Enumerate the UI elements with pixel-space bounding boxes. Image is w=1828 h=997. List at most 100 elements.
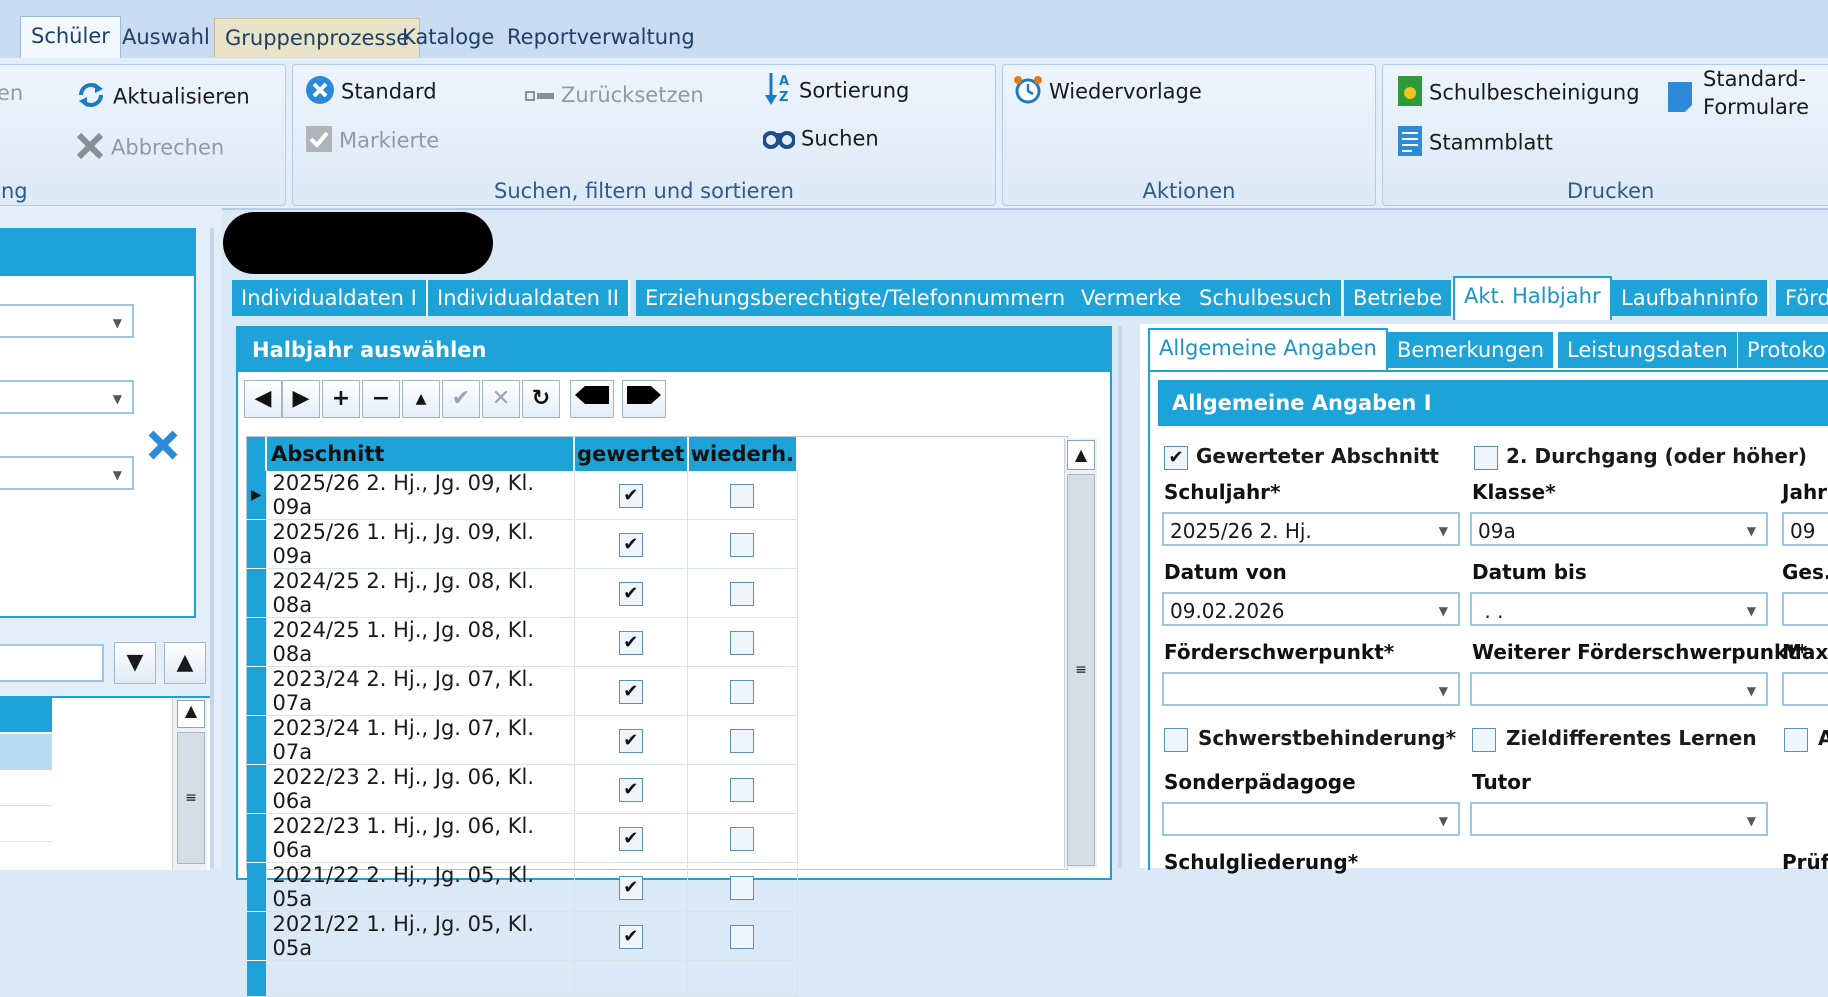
table-row[interactable]: 2023/24 2. Hj., Jg. 07, Kl. 07a ✔ <box>247 666 798 716</box>
nav-delete-button[interactable]: − <box>362 380 400 418</box>
grid-scrollbar[interactable]: ▲ ≡ <box>1064 438 1097 868</box>
abschnitt-cell[interactable]: 2023/24 1. Hj., Jg. 07, Kl. 07a <box>266 715 575 765</box>
table-row[interactable]: 2023/24 1. Hj., Jg. 07, Kl. 07a ✔ <box>247 715 798 765</box>
subtab-leistungsdaten[interactable]: Leistungsdaten <box>1558 332 1739 368</box>
gewertet-cell[interactable]: ✔ <box>574 764 689 814</box>
list-item-selected[interactable] <box>0 734 52 770</box>
wiederh-cell[interactable] <box>687 519 798 569</box>
wiederh-cell[interactable] <box>687 911 798 961</box>
gewertet-cell[interactable]: ✔ <box>574 862 689 912</box>
schuljahr-select[interactable]: 2025/26 2. Hj. ▼ <box>1162 512 1460 546</box>
col-abschnitt[interactable]: Abschnitt <box>266 437 575 471</box>
row-indicator[interactable] <box>247 715 267 765</box>
standard-filter-button[interactable]: Standard <box>305 75 437 110</box>
list-item[interactable] <box>0 806 52 842</box>
tab-individualdaten-2[interactable]: Individualdaten II <box>428 280 630 316</box>
master-sheet-button[interactable]: Stammblatt <box>1397 125 1553 162</box>
tutor-select[interactable]: ▼ <box>1470 802 1768 836</box>
subtab-bemerkungen[interactable]: Bemerkungen <box>1388 332 1556 368</box>
ribbon-tab-auswahl[interactable]: Auswahl <box>112 18 220 56</box>
table-row[interactable]: 2022/23 1. Hj., Jg. 06, Kl. 06a ✔ <box>247 813 798 863</box>
tab-akt-halbjahr[interactable]: Akt. Halbjahr <box>1453 276 1612 320</box>
checkbox-checked[interactable]: ✔ <box>618 483 643 508</box>
refresh-button[interactable]: Aktualisieren <box>75 81 250 114</box>
gewertet-cell[interactable]: ✔ <box>574 617 689 667</box>
table-row[interactable]: 2022/23 2. Hj., Jg. 06, Kl. 06a ✔ <box>247 764 798 814</box>
col-wiederholt[interactable]: wiederh. <box>687 437 799 471</box>
checkbox-checked[interactable]: ✔ <box>618 826 643 851</box>
table-row[interactable]: ▶ 2025/26 2. Hj., Jg. 09, Kl. 09a ✔ <box>247 471 798 520</box>
row-indicator[interactable]: ▶ <box>247 471 267 520</box>
panel-splitter[interactable] <box>1118 326 1122 868</box>
cut-button-label[interactable]: en <box>0 81 23 105</box>
checkbox-unchecked[interactable] <box>730 630 755 655</box>
abschnitt-cell[interactable]: 2023/24 2. Hj., Jg. 07, Kl. 07a <box>266 666 575 716</box>
table-row[interactable]: 2024/25 1. Hj., Jg. 08, Kl. 08a ✔ <box>247 617 798 667</box>
row-indicator[interactable] <box>247 764 267 814</box>
checkbox-unchecked[interactable] <box>730 679 755 704</box>
gewertet-cell[interactable]: ✔ <box>574 471 689 520</box>
ribbon-tab-gruppenprozesse[interactable]: Gruppenprozesse <box>214 18 421 57</box>
row-indicator[interactable] <box>247 813 267 863</box>
marked-filter-button[interactable]: Markierte <box>305 125 439 158</box>
cancel-button[interactable]: Abbrechen <box>75 131 224 166</box>
filter-combo-2[interactable]: ▼ <box>0 380 134 414</box>
sonderpaedagoge-select[interactable]: ▼ <box>1162 802 1460 836</box>
splitter[interactable] <box>210 228 214 868</box>
checkbox-checked[interactable]: ✔ <box>618 875 643 900</box>
tab-erziehungsberechtigte[interactable]: Erziehungsberechtigte/Telefonnummern <box>636 280 1077 316</box>
jahrgang-field[interactable]: 09 <box>1782 512 1828 546</box>
table-row[interactable]: 2021/22 2. Hj., Jg. 05, Kl. 05a ✔ <box>247 862 798 912</box>
nav-post-button[interactable]: ✔ <box>442 380 480 418</box>
abschnitt-cell[interactable]: 2022/23 2. Hj., Jg. 06, Kl. 06a <box>266 764 575 814</box>
wiederh-cell[interactable] <box>687 568 798 618</box>
row-indicator[interactable] <box>247 519 267 569</box>
subtab-protokoll[interactable]: Protoko <box>1738 332 1828 368</box>
list-item[interactable] <box>0 770 52 806</box>
weiterer-foerderschwerpunkt-select[interactable]: ▼ <box>1470 672 1768 706</box>
nav-cancel-button[interactable]: ✕ <box>482 380 520 418</box>
subtab-allgemeine-angaben[interactable]: Allgemeine Angaben <box>1148 328 1388 372</box>
col-gewertet[interactable]: gewertet <box>574 437 689 471</box>
scroll-up-icon[interactable]: ▲ <box>177 700 205 728</box>
gewertet-cell[interactable]: ✔ <box>574 813 689 863</box>
wiederh-cell[interactable] <box>687 862 798 912</box>
checkbox-checked[interactable]: ✔ <box>618 581 643 606</box>
row-indicator[interactable] <box>247 911 267 961</box>
checkbox-checked[interactable]: ✔ <box>618 728 643 753</box>
nav-edit-button[interactable]: ▲ <box>402 380 440 418</box>
standard-forms-button[interactable]: Standard- Formulare <box>1703 65 1809 121</box>
checkbox-unchecked[interactable] <box>730 532 755 557</box>
checkbox-checked[interactable]: ✔ <box>618 924 643 949</box>
resubmit-button[interactable]: Wiedervorlage <box>1013 75 1202 110</box>
ribbon-tab-reportverwaltung[interactable]: Reportverwaltung <box>497 18 705 56</box>
nav-refresh-button[interactable]: ↻ <box>522 380 560 418</box>
checkbox-unchecked[interactable] <box>730 777 755 802</box>
wiederh-cell[interactable] <box>687 471 798 520</box>
scroll-thumb[interactable]: ≡ <box>1067 474 1095 866</box>
ribbon-tab-kataloge[interactable]: Kataloge <box>392 18 504 56</box>
table-row[interactable]: 2024/25 2. Hj., Jg. 08, Kl. 08a ✔ <box>247 568 798 618</box>
wiederh-cell[interactable] <box>687 715 798 765</box>
max-field[interactable] <box>1782 672 1828 706</box>
checkbox-unchecked[interactable] <box>730 728 755 753</box>
gewertet-cell[interactable]: ✔ <box>574 666 689 716</box>
wiederh-cell[interactable] <box>687 617 798 667</box>
checkbox-unchecked[interactable] <box>730 483 755 508</box>
abschnitt-cell[interactable]: 2025/26 1. Hj., Jg. 09, Kl. 09a <box>266 519 575 569</box>
move-up-button[interactable]: ▲ <box>164 642 206 684</box>
nav-prev-button[interactable]: ◀ <box>244 380 282 418</box>
abschnitt-cell[interactable]: 2024/25 2. Hj., Jg. 08, Kl. 08a <box>266 568 575 618</box>
wiederh-cell[interactable] <box>687 666 798 716</box>
gewertet-checkbox[interactable]: ✔ Gewerteter Abschnitt <box>1164 444 1439 470</box>
scroll-up-icon[interactable]: ▲ <box>1067 440 1095 470</box>
tab-foerder[interactable]: Förd <box>1776 280 1828 316</box>
reset-button[interactable]: Zurücksetzen <box>525 83 704 108</box>
ribbon-tab-schueler[interactable]: Schüler <box>20 16 121 59</box>
quick-search-input[interactable] <box>0 644 104 682</box>
zieldifferent-checkbox[interactable]: Zieldifferentes Lernen <box>1472 726 1757 752</box>
row-indicator[interactable] <box>247 617 267 667</box>
gewertet-cell[interactable]: ✔ <box>574 519 689 569</box>
nav-first-button[interactable] <box>570 380 614 418</box>
table-row[interactable]: 2025/26 1. Hj., Jg. 09, Kl. 09a ✔ <box>247 519 798 569</box>
